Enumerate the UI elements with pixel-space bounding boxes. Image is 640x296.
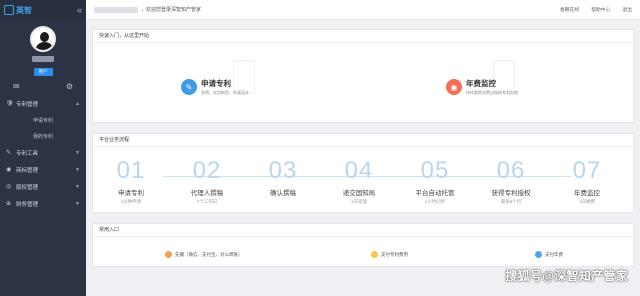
wallet-icon <box>165 251 172 258</box>
common-entry-label: 支付专利费用 <box>381 251 408 257</box>
step-duration: 7个工作日 <box>196 199 218 204</box>
chevron-down-icon: ▼ <box>75 149 80 156</box>
footer-watermark-text: 搜狐号@深智知产管家 <box>505 269 628 283</box>
process-step: 06 获得专利授权 最快6个月 <box>473 147 549 205</box>
step-name: 申请专利 <box>118 190 144 197</box>
step-name: 确认撰稿 <box>270 190 296 197</box>
sidebar-item-label: 专利工具 <box>16 150 39 157</box>
process-step: 02 代理人撰稿 7个工作日 <box>169 147 245 205</box>
username-redacted <box>94 6 138 13</box>
sidebar-quick-icons: ✉ ⚙ <box>0 82 86 91</box>
step-duration: 最快6个月 <box>500 199 522 204</box>
step-duration: 1小时同步 <box>424 199 446 204</box>
step-duration: 1日受理 <box>350 199 367 204</box>
welcome-text: ，欢迎您登录深智知产管家 <box>141 7 202 13</box>
step-duration: 1日缴费 <box>578 199 595 204</box>
user-profile: 用户 <box>0 20 86 76</box>
quick-entry-apply-patent[interactable]: ✎ 申请专利 发明、实用新型、外观设计 <box>181 78 249 96</box>
quick-entry-title: 申请专利 <box>201 79 231 88</box>
shield-icon: 🛡 <box>6 101 14 107</box>
sidebar-item-label: 专利管理 <box>16 101 39 108</box>
quick-entry-annual-fee[interactable]: ◉ 年费监控 持续跟踪年费以保持专利生效 <box>446 78 518 96</box>
common-entry-label: 先撮（微信、支付宝、对公转账） <box>175 251 243 257</box>
step-duration: 1分钟申请 <box>120 199 142 204</box>
mail-icon[interactable]: ✉ <box>13 82 20 91</box>
common-entry-payment-method[interactable]: 先撮（微信、支付宝、对公转账） <box>165 251 243 258</box>
common-entry-pay-patent-fee[interactable]: 支付专利费用 <box>371 251 408 258</box>
sidebar: 英智 « 用户 ✉ ⚙ 🛡 专利管理 ▲ 申请专利 我的专利 ✎ 专利工具 ▼ … <box>0 0 86 296</box>
step-number: 02 <box>192 157 222 184</box>
process-step: 04 递交国知局 1日受理 <box>321 147 397 205</box>
common-entry-card: 常用入口 先撮（微信、支付宝、对公转账） 支付专利费用 支付年费 <box>92 223 634 267</box>
sidebar-item-trademark-management[interactable]: ◉ 商标管理 ▼ <box>0 161 86 178</box>
process-steps: 01 申请专利 1分钟申请 02 代理人撰稿 7个工作日 03 确认撰稿 04 … <box>93 147 633 213</box>
trademark-icon: ◉ <box>6 167 12 173</box>
sidebar-item-finance-management[interactable]: ⊕ 财务管理 ▼ <box>0 195 86 212</box>
card-title: 快速入门，从这里开始 <box>93 30 633 43</box>
header-links: 春眠在线 帮助中心 退出 <box>560 6 632 13</box>
step-number: 03 <box>268 157 298 184</box>
logo-bar: 英智 « <box>0 0 86 20</box>
logo-text: 英智 <box>16 5 32 15</box>
top-header: ，欢迎您登录深智知产管家 春眠在线 帮助中心 退出 <box>86 0 640 20</box>
pen-icon: ✎ <box>6 150 12 156</box>
card-title: 平台业务流程 <box>93 134 633 147</box>
coin-icon <box>371 251 378 258</box>
finance-icon: ⊕ <box>6 201 12 207</box>
step-name: 递交国知局 <box>342 190 376 197</box>
quick-entry-subtitle: 持续跟踪年费以保持专利生效 <box>466 90 518 95</box>
sidebar-item-patent-tools[interactable]: ✎ 专利工具 ▼ <box>0 144 86 161</box>
document-icon: ✎ <box>181 79 197 95</box>
app-logo[interactable]: 英智 <box>4 5 32 16</box>
chevron-down-icon: ▼ <box>75 183 80 190</box>
sidebar-subitem-my-patents[interactable]: 我的专利 <box>0 128 86 144</box>
step-number: 04 <box>344 157 374 184</box>
card-title: 常用入口 <box>93 224 633 237</box>
process-step: 03 确认撰稿 <box>245 147 321 199</box>
process-step: 07 年费监控 1日缴费 <box>549 147 625 205</box>
quick-start-card: 快速入门，从这里开始 ✎ 申请专利 发明、实用新型、外观设计 ◉ 年费监控 持续… <box>92 29 634 123</box>
step-number: 01 <box>116 157 146 184</box>
collapse-sidebar-icon[interactable]: « <box>77 5 82 15</box>
business-process-card: 平台业务流程 01 申请专利 1分钟申请 02 代理人撰稿 7个工作日 03 确… <box>92 133 634 213</box>
sidebar-item-copyright-management[interactable]: ◎ 版权管理 ▼ <box>0 178 86 195</box>
clock-icon <box>535 251 542 258</box>
username-redacted <box>32 56 54 62</box>
sidebar-subitem-apply-patent[interactable]: 申请专利 <box>0 112 86 128</box>
step-number: 07 <box>572 157 602 184</box>
chevron-down-icon: ▼ <box>75 200 80 207</box>
quick-entry-title: 年费监控 <box>466 79 496 88</box>
avatar[interactable] <box>30 26 56 52</box>
copyright-icon: ◎ <box>6 184 12 190</box>
header-link-help[interactable]: 帮助中心 <box>591 6 610 13</box>
role-badge[interactable]: 用户 <box>33 68 53 76</box>
sidebar-item-label: 版权管理 <box>16 184 39 191</box>
process-step: 05 平台自动托管 1小时同步 <box>397 147 473 205</box>
common-entry-label: 支付年费 <box>545 251 563 257</box>
eye-icon: ◉ <box>446 79 462 95</box>
process-step: 01 申请专利 1分钟申请 <box>93 147 169 205</box>
header-link-logout[interactable]: 退出 <box>622 6 632 13</box>
step-name: 代理人撰稿 <box>190 190 224 197</box>
step-number: 05 <box>420 157 450 184</box>
chevron-down-icon: ▼ <box>75 166 80 173</box>
gear-icon[interactable]: ⚙ <box>66 82 73 91</box>
header-link-online[interactable]: 春眠在线 <box>560 6 579 13</box>
common-entry-pay-annual-fee[interactable]: 支付年费 <box>535 251 563 258</box>
step-name: 年费监控 <box>574 190 600 197</box>
logo-icon <box>4 5 14 15</box>
sidebar-item-label: 商标管理 <box>16 167 39 174</box>
sidebar-menu: 🛡 专利管理 ▲ 申请专利 我的专利 ✎ 专利工具 ▼ ◉ 商标管理 ▼ ◎ 版… <box>0 95 86 212</box>
chevron-up-icon: ▲ <box>75 100 80 107</box>
step-name: 获得专利授权 <box>491 190 531 197</box>
sidebar-item-patent-management[interactable]: 🛡 专利管理 ▲ <box>0 95 86 112</box>
step-name: 平台自动托管 <box>415 190 455 197</box>
sidebar-item-label: 财务管理 <box>16 201 39 208</box>
step-number: 06 <box>496 157 526 184</box>
quick-entry-subtitle: 发明、实用新型、外观设计 <box>201 90 249 95</box>
